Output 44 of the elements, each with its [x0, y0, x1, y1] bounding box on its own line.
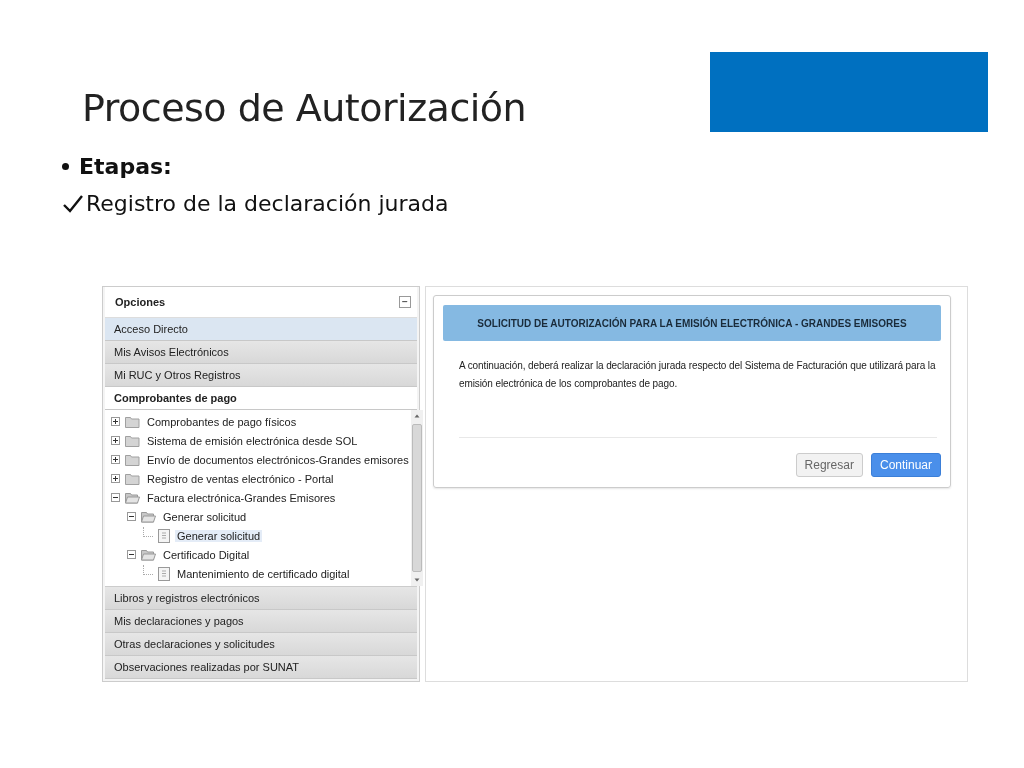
dialog-heading: SOLICITUD DE AUTORIZACIÓN PARA LA EMISIÓN ELECTRÓNICA - GRANDES EMISORES — [443, 305, 941, 341]
check-icon — [62, 193, 84, 214]
expand-icon[interactable] — [111, 474, 120, 483]
folder-icon — [141, 548, 156, 561]
sidebar-header: Opciones — [115, 296, 166, 308]
bullet-text: Etapas: — [79, 154, 172, 179]
collapse-icon[interactable] — [111, 493, 120, 502]
slide-title: Proceso de Autorización — [82, 86, 527, 130]
expand-icon[interactable] — [111, 455, 120, 464]
menu-section[interactable]: Comprobantes de pago — [105, 387, 417, 410]
back-button[interactable]: Regresar — [795, 453, 863, 477]
menu-section[interactable]: Observaciones realizadas por SUNAT — [105, 656, 417, 679]
folder-icon — [141, 510, 156, 523]
document-icon — [158, 566, 170, 581]
collapse-icon[interactable] — [127, 550, 136, 559]
tree-item[interactable]: Certificado Digital — [161, 548, 252, 561]
tree-item[interactable]: Generar solicitud — [161, 510, 249, 523]
checklist-text: Registro de la declaración jurada — [86, 191, 449, 216]
menu-section[interactable]: Acceso Directo — [105, 318, 417, 341]
tree-item[interactable]: Mantenimiento de certificado digital — [175, 567, 352, 580]
bullet-icon — [62, 163, 69, 170]
tree-item[interactable]: Sistema de emisión electrónica desde SOL — [145, 434, 360, 447]
dialog-message: A continuación, deberá realizar la declaración jurada respecto del Sistema de Facturación que utilizará para la emisión electrónica de los comprobantes de pago. — [459, 357, 937, 438]
tree-item[interactable]: Envío de documentos electrónicos-Grandes emisores — [145, 453, 411, 466]
expand-icon[interactable] — [111, 436, 120, 445]
menu-section[interactable]: Mis declaraciones y pagos — [105, 610, 417, 633]
menu-section[interactable]: Libros y registros electrónicos — [105, 587, 417, 610]
folder-icon — [125, 434, 140, 447]
folder-icon — [125, 415, 140, 428]
scrollbar[interactable] — [410, 410, 423, 586]
expand-icon[interactable] — [111, 417, 120, 426]
folder-icon — [125, 472, 140, 485]
tree-item[interactable]: Comprobantes de pago físicos — [145, 415, 299, 428]
folder-icon — [125, 491, 140, 504]
menu-section[interactable]: Mi RUC y Otros Registros — [105, 364, 417, 387]
menu-section[interactable]: Otras declaraciones y solicitudes — [105, 633, 417, 656]
tree-item[interactable]: Generar solicitud — [175, 529, 263, 542]
tree-item[interactable]: Registro de ventas electrónico - Portal — [145, 472, 336, 485]
document-icon — [158, 528, 170, 543]
folder-icon — [125, 453, 140, 466]
tree-item[interactable]: Factura electrónica-Grandes Emisores — [145, 491, 338, 504]
collapse-button[interactable]: − — [399, 296, 411, 308]
menu-section[interactable]: Mis Avisos Electrónicos — [105, 341, 417, 364]
collapse-icon[interactable] — [127, 512, 136, 521]
